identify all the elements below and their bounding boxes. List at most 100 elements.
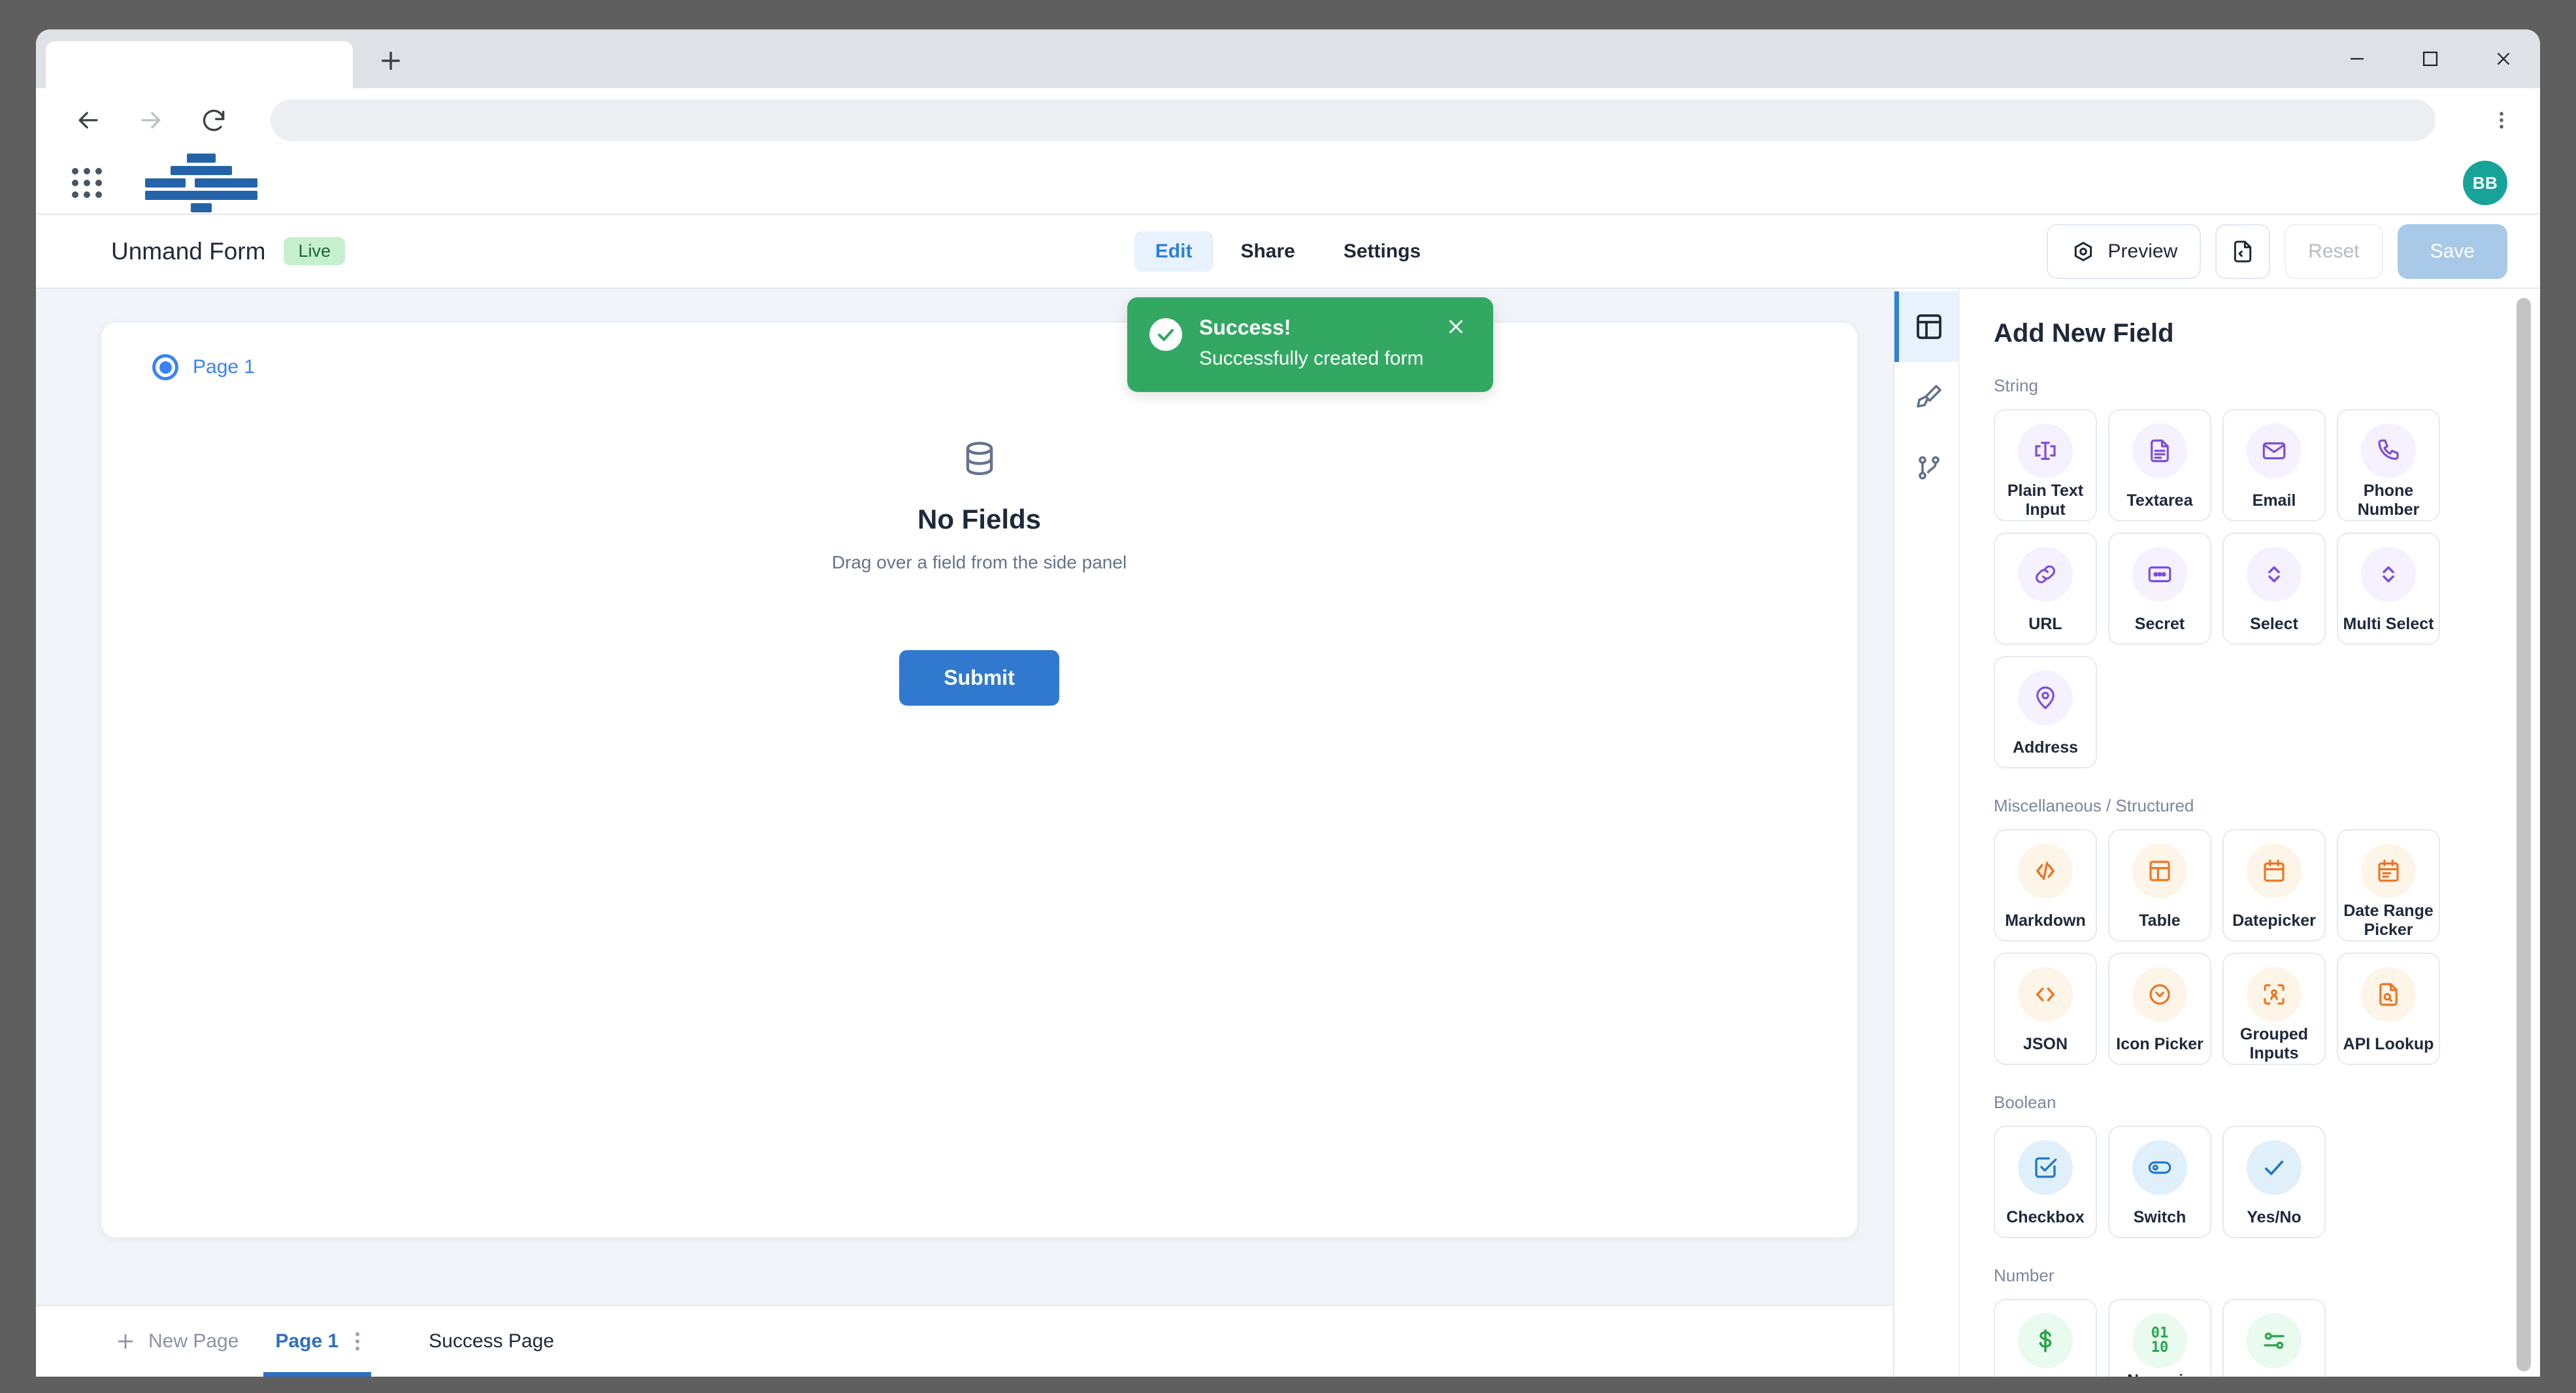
page-bar: New Page Page 1 Success Page [36,1305,1893,1377]
tab-share[interactable]: Share [1219,231,1315,272]
forward-button[interactable] [135,104,167,137]
field-card-label: Table [2139,911,2181,930]
field-card-phone-number[interactable]: Phone Number [2337,409,2440,521]
field-card-markdown[interactable]: Markdown [1994,829,2097,942]
field-card-datepicker[interactable]: Datepicker [2222,829,2326,942]
field-card-icon-picker[interactable]: Icon Picker [2108,953,2211,1065]
preview-button[interactable]: Preview [2046,223,2202,279]
field-card-grouped-inputs[interactable]: Grouped Inputs [2222,953,2326,1065]
field-card-switch[interactable]: Switch [2108,1126,2211,1238]
rail-item-layout[interactable] [1894,291,1958,362]
scrollbar-thumb[interactable] [2517,298,2531,1371]
field-card-json[interactable]: JSON [1994,953,2097,1065]
tab-edit[interactable]: Edit [1134,231,1214,272]
sliders-icon [2247,1313,2302,1368]
field-card-textarea[interactable]: Textarea [2108,409,2211,521]
form-canvas: Page 1 No Fields Drag over a field from … [36,289,1893,1377]
minimize-button[interactable] [2320,29,2394,88]
browser-tabstrip [36,29,2540,88]
panel-icon-rail [1894,289,1960,1377]
field-card-secret[interactable]: Secret [2108,533,2211,645]
field-card-multi-select[interactable]: Multi Select [2337,533,2440,645]
field-card-yes-no[interactable]: Yes/No [2222,1126,2326,1238]
field-card-table[interactable]: Table [2108,829,2211,942]
check-icon [1157,329,1174,341]
eye-icon [2074,241,2092,261]
section-grid-number: Currency 0110 Numeric Input Slider [1994,1299,2540,1377]
page-tab-success-page[interactable]: Success Page [410,1306,572,1377]
page-tab-menu-icon[interactable] [355,1332,360,1351]
maximize-button[interactable] [2394,29,2467,88]
page-selector[interactable]: Page 1 [101,354,1857,380]
arrow-left-icon [78,112,98,129]
avatar[interactable]: BB [2463,161,2507,205]
field-card-api-lookup[interactable]: API Lookup [2337,953,2440,1065]
panel-title: Add New Field [1994,319,2174,348]
empty-state-title: No Fields [917,504,1042,534]
code-slash-icon [2018,844,2073,898]
field-card-email[interactable]: Email [2222,409,2326,521]
field-card-label: Checkbox [2006,1207,2085,1226]
field-card-label: Currency [2006,1371,2085,1377]
browser-menu-button[interactable] [2483,101,2520,139]
text-input-icon [2018,423,2073,478]
reset-button-label: Reset [2308,240,2360,262]
page-title: Unmand Form [111,237,266,265]
page-tab-page-1[interactable]: Page 1 [257,1306,378,1377]
unmand-logo-icon[interactable] [145,154,257,212]
empty-state-subtitle: Drag over a field from the side panel [831,552,1127,572]
git-branch-icon [1918,456,1940,480]
database-icon-svg [966,442,993,476]
view-code-button[interactable] [2215,223,2271,279]
section-grid-string: Plain Text Input Textarea Email Phone Nu… [1994,409,2540,768]
field-card-plain-text-input[interactable]: Plain Text Input [1994,409,2097,521]
toggle-switch-icon [2132,1140,2187,1195]
reload-button[interactable] [197,104,230,137]
chevron-updown-icon [2361,547,2416,602]
field-card-slider[interactable]: Slider [2222,1299,2326,1377]
tab-settings[interactable]: Settings [1323,231,1442,272]
new-page-label: New Page [148,1330,239,1352]
field-card-checkbox[interactable]: Checkbox [1994,1126,2097,1238]
address-bar[interactable] [271,99,2436,141]
field-card-url[interactable]: URL [1994,533,2097,645]
canvas-scroll-area: Page 1 No Fields Drag over a field from … [36,289,1893,1305]
plus-icon [382,52,400,70]
field-card-address[interactable]: Address [1994,656,2097,768]
field-card-label: Datepicker [2232,911,2316,930]
back-button[interactable] [72,104,105,137]
dollar-sign-icon [2018,1313,2073,1368]
field-card-label: Email [2252,491,2296,510]
checkbox-checked-icon [2018,1140,2073,1195]
field-card-select[interactable]: Select [2222,533,2326,645]
field-card-label: Address [2012,738,2079,757]
title-actions: Preview Reset Save [2046,223,2507,279]
field-card-currency[interactable]: Currency [1994,1299,2097,1377]
field-card-numeric-input[interactable]: 0110 Numeric Input [2108,1299,2211,1377]
phone-icon [2361,423,2416,478]
maximize-icon [2422,51,2438,67]
table-grid-icon [2132,844,2187,898]
reset-button[interactable]: Reset [2285,223,2383,279]
submit-button[interactable]: Submit [899,650,1059,706]
page-label-text: Page 1 [193,356,256,378]
toast-close-button[interactable] [1445,316,1471,342]
new-page-button[interactable]: New Page [114,1306,257,1377]
close-window-button[interactable] [2467,29,2540,88]
panel-body: Add New Field String Plain Text Input Te… [1960,289,2540,1377]
rail-item-workflow[interactable] [1894,433,1958,503]
new-tab-button[interactable] [367,37,414,84]
success-toast: Success! Successfully created form [1127,297,1493,392]
section-grid-misc: Markdown Table Datepicker Date Range Pic… [1994,829,2540,1065]
scan-group-icon [2247,967,2302,1022]
field-card-label: Plain Text Input [2007,482,2084,519]
panel-scrollbar[interactable] [2517,298,2531,1371]
save-button[interactable]: Save [2397,223,2507,279]
field-card-date-range-picker[interactable]: Date Range Picker [2337,829,2440,942]
field-card-label: Icon Picker [2116,1034,2204,1053]
browser-tab[interactable] [46,41,353,88]
rail-item-theme[interactable] [1894,362,1958,433]
apps-grid-icon[interactable] [72,168,102,198]
three-dots-vertical-icon [2500,112,2503,129]
file-search-icon [2361,967,2416,1022]
